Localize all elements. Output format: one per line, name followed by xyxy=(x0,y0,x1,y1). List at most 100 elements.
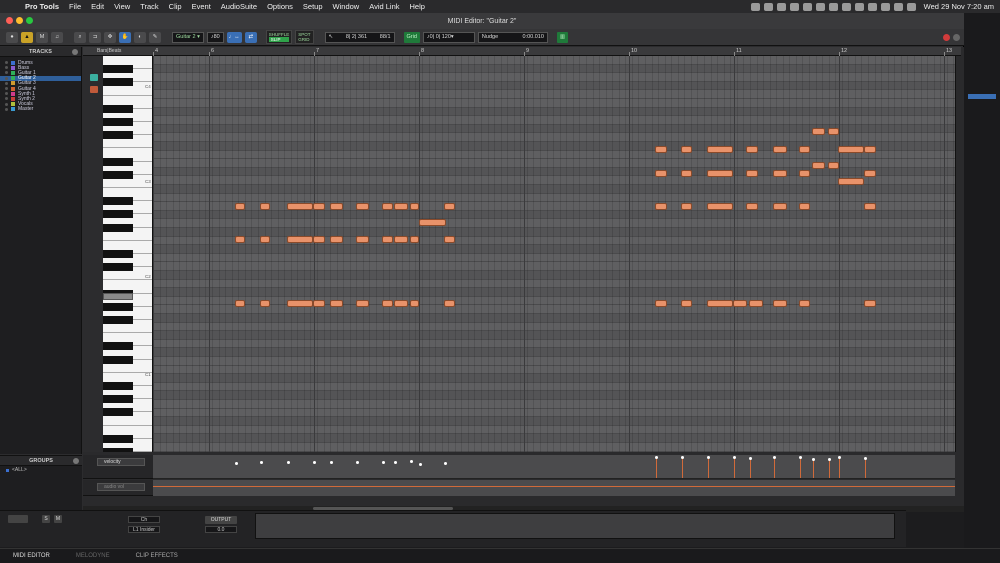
nudge-field[interactable]: Nudge 0:00.010 xyxy=(477,31,548,43)
midi-note[interactable] xyxy=(746,146,758,153)
velocity-point[interactable] xyxy=(382,461,385,464)
piano-black-key[interactable] xyxy=(103,223,133,232)
velocity-point[interactable] xyxy=(655,456,658,459)
piano-black-key[interactable] xyxy=(103,342,133,351)
midi-note[interactable] xyxy=(394,236,408,243)
velocity-stalk[interactable] xyxy=(236,463,237,478)
tab-midi-editor[interactable]: MIDI EDITOR xyxy=(0,553,63,559)
menu-clock[interactable]: Wed 29 Nov 7:20 am xyxy=(920,2,994,11)
piano-black-key[interactable] xyxy=(103,263,133,272)
midi-note[interactable] xyxy=(235,236,245,243)
velocity-point[interactable] xyxy=(394,461,397,464)
midi-note[interactable] xyxy=(681,203,692,210)
velocity-point[interactable] xyxy=(864,457,867,460)
group-item-all[interactable]: <ALL> xyxy=(0,466,82,474)
velocity-point[interactable] xyxy=(681,456,684,459)
midi-note[interactable] xyxy=(287,236,313,243)
grid-value-field[interactable]: ♪ 0| 0| 120 ▾ xyxy=(422,31,475,43)
velocity-stalk[interactable] xyxy=(708,457,709,478)
piano-black-key[interactable] xyxy=(103,65,133,74)
velocity-point[interactable] xyxy=(260,461,263,464)
midi-note[interactable] xyxy=(287,203,313,210)
clip-overview[interactable] xyxy=(255,513,895,539)
mute-button[interactable]: M xyxy=(54,515,62,523)
midi-note[interactable] xyxy=(799,203,810,210)
piano-black-key[interactable] xyxy=(103,302,133,311)
record-enable-icon[interactable] xyxy=(943,33,950,41)
midi-note[interactable] xyxy=(864,203,876,210)
menu-window[interactable]: Window xyxy=(328,2,365,11)
midi-note[interactable] xyxy=(707,170,733,177)
piano-black-key[interactable] xyxy=(103,157,133,166)
velocity-point[interactable] xyxy=(410,460,413,463)
midi-note[interactable] xyxy=(838,178,864,185)
volume-icon[interactable] xyxy=(854,2,864,11)
track-active-dot-icon[interactable] xyxy=(5,102,8,106)
velocity-stalk[interactable] xyxy=(800,457,801,478)
velocity-point[interactable] xyxy=(812,458,815,461)
midi-note[interactable] xyxy=(410,236,419,243)
midi-note[interactable] xyxy=(313,203,325,210)
midi-note[interactable] xyxy=(773,146,787,153)
piano-black-key[interactable] xyxy=(103,104,133,113)
tab-clip-effects[interactable]: CLIP EFFECTS xyxy=(123,553,191,559)
track-active-dot-icon[interactable] xyxy=(5,76,8,80)
menu-view[interactable]: View xyxy=(109,2,135,11)
menu-edit[interactable]: Edit xyxy=(86,2,109,11)
midi-note[interactable] xyxy=(444,203,455,210)
midi-note[interactable] xyxy=(733,300,747,307)
bars-beats-ruler[interactable]: 4 6 7 8 9 10 11 12 13 xyxy=(153,47,961,56)
midi-note[interactable] xyxy=(313,300,325,307)
midi-note[interactable] xyxy=(260,300,270,307)
velocity-stalk[interactable] xyxy=(411,461,412,478)
dropbox-icon[interactable] xyxy=(802,2,812,11)
piano-black-key[interactable] xyxy=(103,434,133,443)
midi-note[interactable] xyxy=(394,203,408,210)
midi-note[interactable] xyxy=(655,203,667,210)
midi-note[interactable] xyxy=(864,170,876,177)
notes-lane-icon[interactable] xyxy=(90,74,98,81)
velocity-stalk[interactable] xyxy=(774,457,775,478)
midi-note[interactable] xyxy=(812,128,825,135)
velocity-stalk[interactable] xyxy=(331,462,332,478)
velocity-stalk[interactable] xyxy=(829,459,830,478)
piano-black-key[interactable] xyxy=(103,395,133,404)
midi-note[interactable] xyxy=(864,146,876,153)
close-window-button[interactable] xyxy=(6,17,13,24)
insert-field[interactable]: L1 Insider xyxy=(128,526,160,533)
midi-note[interactable] xyxy=(681,170,692,177)
velocity-point[interactable] xyxy=(330,461,333,464)
zoom-tool-icon[interactable]: ⌕ xyxy=(74,31,86,43)
midi-note[interactable] xyxy=(749,300,763,307)
midi-note[interactable] xyxy=(681,146,692,153)
piano-black-key[interactable] xyxy=(103,170,133,179)
bottom-track-icon[interactable] xyxy=(8,515,28,523)
midi-note[interactable] xyxy=(828,162,839,169)
midi-note[interactable] xyxy=(313,236,325,243)
piano-keyboard[interactable]: C4 C3 C2 C1 xyxy=(103,56,153,452)
midi-note[interactable] xyxy=(444,236,455,243)
midi-keyboard-icon[interactable]: ▥ xyxy=(556,31,569,43)
piano-black-key[interactable] xyxy=(103,197,133,206)
menu-clip[interactable]: Clip xyxy=(164,2,187,11)
mode-grid[interactable]: GRID xyxy=(298,37,310,42)
velocity-point[interactable] xyxy=(235,462,238,465)
velocity-point[interactable] xyxy=(287,461,290,464)
midi-note[interactable] xyxy=(330,236,343,243)
track-select-dropdown[interactable]: Guitar 2 ▾ xyxy=(172,31,204,43)
battery-icon[interactable] xyxy=(880,2,890,11)
right-panel-selection[interactable] xyxy=(968,94,996,99)
note-grid[interactable] xyxy=(153,56,955,452)
edit-mode-group[interactable]: SHUFFLE SLIP xyxy=(265,30,293,44)
track-active-dot-icon[interactable] xyxy=(5,92,8,96)
menu-event[interactable]: Event xyxy=(187,2,216,11)
zoom-window-button[interactable] xyxy=(26,17,33,24)
midi-note[interactable] xyxy=(838,146,864,153)
piano-black-key[interactable] xyxy=(103,118,133,126)
velocity-stalk[interactable] xyxy=(420,464,421,478)
notation-view-icon[interactable]: ♫ xyxy=(51,31,63,43)
midi-note[interactable] xyxy=(356,300,369,307)
velocity-stalk[interactable] xyxy=(682,457,683,478)
piano-black-key[interactable] xyxy=(103,131,133,140)
output-value[interactable]: 0.0 xyxy=(205,526,237,533)
